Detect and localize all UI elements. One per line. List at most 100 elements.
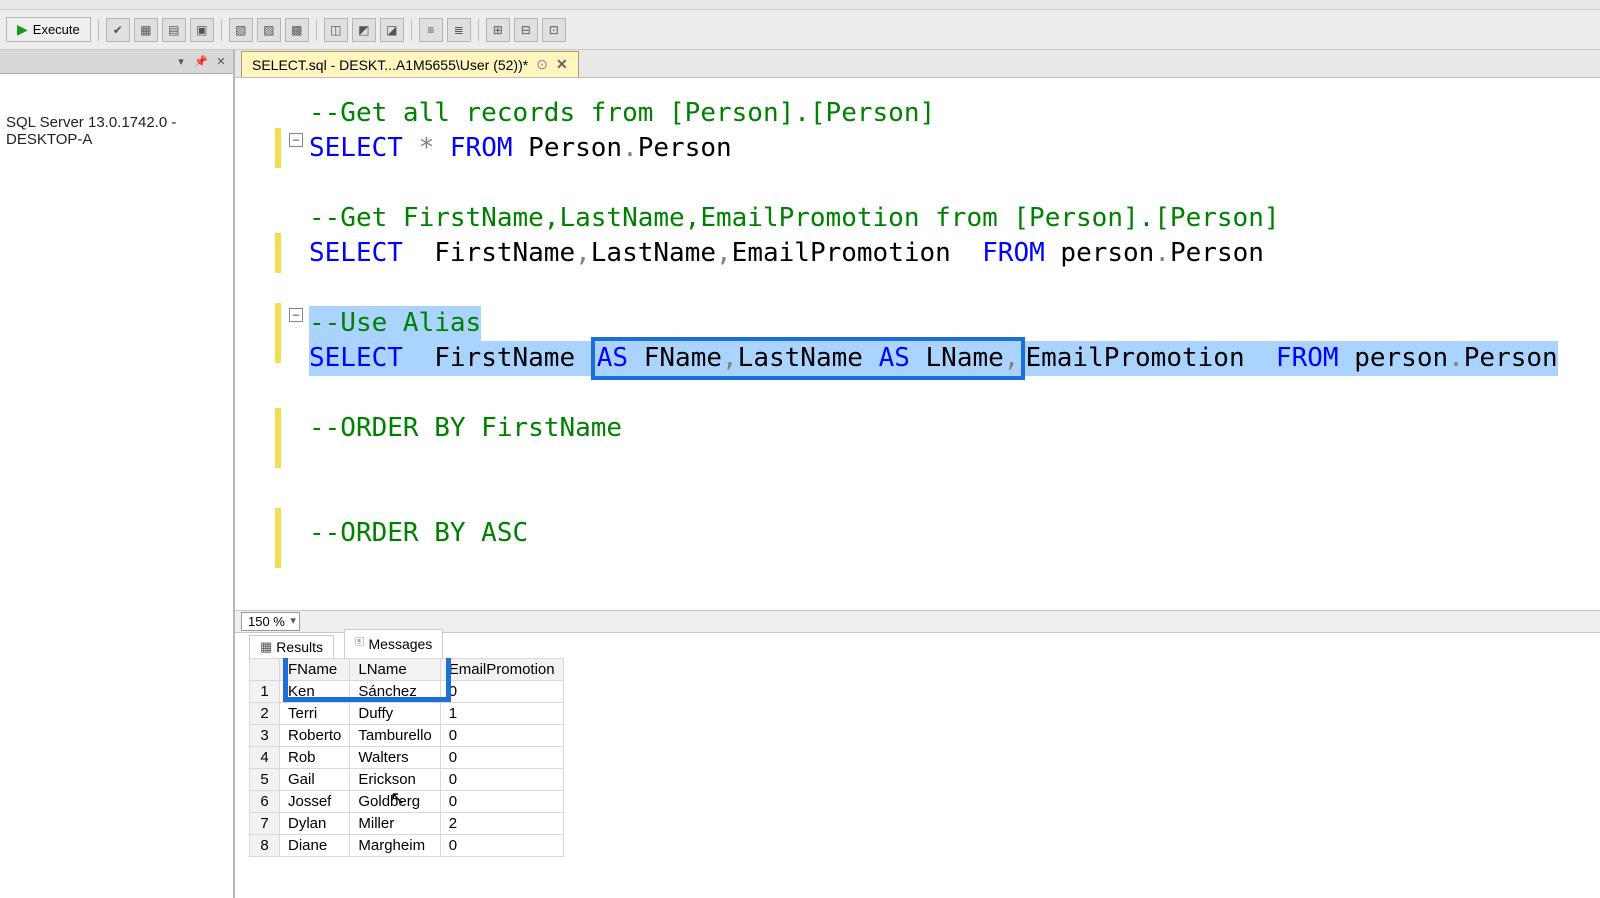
- cell-promo[interactable]: 0: [440, 681, 563, 703]
- code-id: EmailPromotion: [1025, 343, 1244, 373]
- code-comment: --Get all records from [Person].[Person]: [309, 96, 935, 131]
- code-comment: --ORDER BY FirstName: [309, 411, 622, 446]
- execute-label: Execute: [33, 22, 80, 37]
- code-content: --Get all records from [Person].[Person]…: [309, 96, 1590, 610]
- zoom-combo[interactable]: 150 %: [241, 612, 300, 631]
- table-row[interactable]: 5GailErickson0: [250, 769, 564, 791]
- tb-btn-8[interactable]: ◩: [352, 18, 376, 42]
- code-keyword: SELECT: [309, 236, 403, 271]
- tb-btn-6[interactable]: ▩: [285, 18, 309, 42]
- cell-lname[interactable]: Goldberg: [350, 791, 440, 813]
- cell-fname[interactable]: Gail: [280, 769, 350, 791]
- cell-fname[interactable]: Diane: [280, 835, 350, 857]
- col-header-lname[interactable]: LName: [350, 659, 440, 681]
- cell-promo[interactable]: 1: [440, 703, 563, 725]
- code-id: person: [1339, 343, 1449, 373]
- cell-fname[interactable]: Rob: [280, 747, 350, 769]
- messages-tab[interactable]: 🗉 Messages: [344, 629, 443, 658]
- cell-promo[interactable]: 0: [440, 791, 563, 813]
- cell-lname[interactable]: Walters: [350, 747, 440, 769]
- table-row[interactable]: 6JossefGoldberg0: [250, 791, 564, 813]
- comment-button[interactable]: ⊞: [486, 18, 510, 42]
- cell-promo[interactable]: 0: [440, 747, 563, 769]
- cell-promo[interactable]: 2: [440, 813, 563, 835]
- row-number: 7: [250, 813, 280, 835]
- messages-tab-label: Messages: [369, 636, 433, 652]
- fold-toggle[interactable]: −: [289, 133, 303, 147]
- cell-lname[interactable]: Sánchez: [350, 681, 440, 703]
- cell-fname[interactable]: Roberto: [280, 725, 350, 747]
- tb-btn-5[interactable]: ▨: [257, 18, 281, 42]
- code-id: FirstName: [434, 343, 591, 373]
- code-comment: --Use Alias: [309, 308, 481, 338]
- code-op: .: [622, 131, 638, 166]
- tab-pin-icon[interactable]: ⊙: [536, 56, 548, 73]
- sidebar-close-icon[interactable]: ✕: [213, 54, 229, 70]
- table-row[interactable]: 3RobertoTamburello0: [250, 725, 564, 747]
- play-icon: ▶: [17, 21, 28, 38]
- row-number: 3: [250, 725, 280, 747]
- main-toolbar: ▶ Execute ✔ ▦ ▤ ▣ ▧ ▨ ▩ ◫ ◩ ◪ ≡ ≣ ⊞ ⊟ ⊡: [0, 10, 1600, 50]
- code-op: ,: [575, 236, 591, 271]
- messages-icon: 🗉: [355, 633, 365, 655]
- cell-fname[interactable]: Dylan: [280, 813, 350, 835]
- code-op: *: [403, 131, 450, 166]
- code-id: FName: [628, 343, 722, 373]
- tb-btn-3[interactable]: ▣: [190, 18, 214, 42]
- fold-toggle[interactable]: −: [289, 308, 303, 322]
- code-keyword: SELECT: [309, 131, 403, 166]
- results-tab[interactable]: ▦ Results: [249, 635, 334, 658]
- modification-bar: [275, 408, 281, 468]
- sidebar-dropdown-icon[interactable]: ▾: [173, 54, 189, 70]
- cell-promo[interactable]: 0: [440, 835, 563, 857]
- zoom-value: 150 %: [248, 614, 285, 629]
- parse-button[interactable]: ✔: [106, 18, 130, 42]
- code-op: .: [1154, 236, 1170, 271]
- modification-bar: [275, 233, 281, 273]
- outdent-button[interactable]: ≣: [447, 18, 471, 42]
- code-id: person: [1045, 236, 1155, 271]
- indent-button[interactable]: ≡: [419, 18, 443, 42]
- cell-lname[interactable]: Margheim: [350, 835, 440, 857]
- tb-btn-9[interactable]: ◪: [380, 18, 404, 42]
- results-tab-label: Results: [276, 639, 323, 655]
- cell-fname[interactable]: Terri: [280, 703, 350, 725]
- toolbar-separator: [478, 19, 479, 41]
- code-sp: [403, 236, 434, 271]
- row-number: 4: [250, 747, 280, 769]
- execute-button[interactable]: ▶ Execute: [6, 17, 91, 42]
- cell-lname[interactable]: Miller: [350, 813, 440, 835]
- cell-promo[interactable]: 0: [440, 769, 563, 791]
- table-row[interactable]: 4RobWalters0: [250, 747, 564, 769]
- cell-lname[interactable]: Duffy: [350, 703, 440, 725]
- table-row[interactable]: 8DianeMargheim0: [250, 835, 564, 857]
- sidebar-pin-icon[interactable]: 📌: [193, 54, 209, 70]
- cell-lname[interactable]: Tamburello: [350, 725, 440, 747]
- cell-fname[interactable]: Jossef: [280, 791, 350, 813]
- toolbar-separator: [411, 19, 412, 41]
- editor-gutter: − −: [235, 78, 305, 610]
- table-row[interactable]: 7DylanMiller2: [250, 813, 564, 835]
- sql-editor[interactable]: − − --Get all records from [Person].[Per…: [235, 78, 1600, 610]
- table-row[interactable]: 2TerriDuffy1: [250, 703, 564, 725]
- tb-btn-2[interactable]: ▤: [162, 18, 186, 42]
- tb-btn-4[interactable]: ▧: [229, 18, 253, 42]
- tab-close-icon[interactable]: ✕: [556, 56, 568, 73]
- cell-promo[interactable]: 0: [440, 725, 563, 747]
- results-grid[interactable]: FName LName EmailPromotion 1KenSánchez02…: [235, 658, 1600, 898]
- tb-btn-1[interactable]: ▦: [134, 18, 158, 42]
- tb-btn-10[interactable]: ⊡: [542, 18, 566, 42]
- table-row[interactable]: 1KenSánchez0: [250, 681, 564, 703]
- grid-icon: ▦: [260, 639, 272, 655]
- cell-fname[interactable]: Ken: [280, 681, 350, 703]
- col-header-emailpromo[interactable]: EmailPromotion: [440, 659, 563, 681]
- col-header-fname[interactable]: FName: [280, 659, 350, 681]
- cell-lname[interactable]: Erickson: [350, 769, 440, 791]
- results-table[interactable]: FName LName EmailPromotion 1KenSánchez02…: [249, 658, 564, 857]
- tb-btn-7[interactable]: ◫: [324, 18, 348, 42]
- document-tab[interactable]: SELECT.sql - DESKT...A1M5655\User (52))*…: [241, 51, 579, 77]
- uncomment-button[interactable]: ⊟: [514, 18, 538, 42]
- toolbar-separator: [98, 19, 99, 41]
- code-comment: --ORDER BY ASC: [309, 516, 528, 551]
- code-id: LName: [910, 343, 1004, 373]
